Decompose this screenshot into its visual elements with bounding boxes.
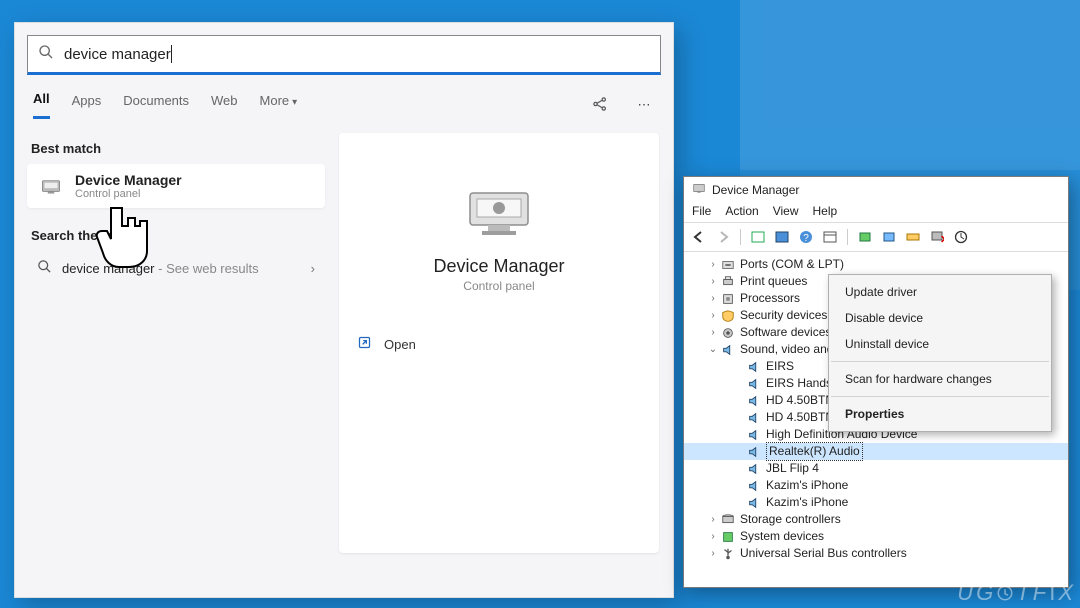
device-manager-large-icon	[464, 183, 534, 238]
context-menu-item[interactable]: Properties	[829, 401, 1051, 427]
best-match-heading: Best match	[31, 141, 321, 156]
tab-documents[interactable]: Documents	[123, 93, 189, 118]
search-icon	[37, 259, 52, 277]
svg-text:✕: ✕	[940, 234, 944, 244]
toolbar-icon[interactable]	[819, 227, 841, 247]
web-result-label: device manager	[62, 261, 155, 276]
windows-search-panel: device manager All Apps Documents Web Mo…	[14, 22, 674, 598]
tree-device[interactable]: JBL Flip 4	[684, 460, 1068, 477]
tree-category[interactable]: ›Universal Serial Bus controllers	[684, 545, 1068, 562]
tab-apps[interactable]: Apps	[72, 93, 102, 118]
watermark: UG TFIX	[957, 580, 1074, 606]
toolbar: ? ✕	[684, 223, 1068, 252]
window-titlebar[interactable]: Device Manager	[684, 177, 1068, 202]
tree-category[interactable]: ›System devices	[684, 528, 1068, 545]
tree-category[interactable]: ›Ports (COM & LPT)	[684, 256, 1068, 273]
menu-view[interactable]: View	[773, 204, 799, 218]
context-menu: Update driverDisable deviceUninstall dev…	[828, 274, 1052, 432]
toolbar-icon[interactable]	[950, 227, 972, 247]
tab-web[interactable]: Web	[211, 93, 238, 118]
back-button[interactable]	[688, 227, 710, 247]
forward-button[interactable]	[712, 227, 734, 247]
app-icon	[692, 181, 706, 198]
menu-help[interactable]: Help	[813, 204, 838, 218]
scan-icon[interactable]	[854, 227, 876, 247]
device-manager-icon	[37, 172, 65, 200]
menu-separator	[831, 361, 1049, 362]
share-icon[interactable]	[589, 95, 611, 116]
web-result-sub: See web results	[166, 261, 259, 276]
preview-title: Device Manager	[433, 256, 564, 277]
open-action[interactable]: Open	[357, 335, 416, 353]
search-tabs: All Apps Documents Web More▾ ⋯	[15, 75, 673, 119]
toolbar-icon[interactable]	[902, 227, 924, 247]
result-subtitle: Control panel	[75, 188, 182, 200]
preview-subtitle: Control panel	[463, 279, 534, 293]
context-menu-item[interactable]: Disable device	[829, 305, 1051, 331]
search-the-web-heading: Search the web	[31, 228, 321, 243]
tree-category[interactable]: ›Storage controllers	[684, 511, 1068, 528]
context-menu-item[interactable]: Update driver	[829, 279, 1051, 305]
tab-more[interactable]: More▾	[260, 93, 298, 118]
menu-file[interactable]: File	[692, 204, 711, 218]
web-result[interactable]: device manager - See web results ›	[27, 251, 325, 285]
update-icon[interactable]	[878, 227, 900, 247]
result-title: Device Manager	[75, 172, 182, 188]
search-icon	[38, 44, 54, 64]
window-title: Device Manager	[712, 183, 799, 197]
context-menu-item[interactable]: Uninstall device	[829, 331, 1051, 357]
best-match-result[interactable]: Device Manager Control panel	[27, 164, 325, 208]
chevron-right-icon: ›	[311, 261, 315, 276]
svg-text:?: ?	[803, 233, 809, 244]
search-input-wrapper[interactable]: device manager	[27, 35, 661, 75]
tab-all[interactable]: All	[33, 91, 50, 119]
open-label: Open	[384, 337, 416, 352]
tree-device[interactable]: Kazim's iPhone	[684, 477, 1068, 494]
toolbar-icon[interactable]	[747, 227, 769, 247]
tree-device[interactable]: Kazim's iPhone	[684, 494, 1068, 511]
menu-bar: File Action View Help	[684, 202, 1068, 223]
search-query-text: device manager	[64, 46, 171, 63]
result-preview-pane: Device Manager Control panel Open	[339, 133, 659, 553]
context-menu-item[interactable]: Scan for hardware changes	[829, 366, 1051, 392]
help-icon[interactable]: ?	[795, 227, 817, 247]
open-icon	[357, 335, 372, 353]
toolbar-icon[interactable]	[771, 227, 793, 247]
more-icon[interactable]: ⋯	[633, 97, 655, 113]
tree-device[interactable]: Realtek(R) Audio	[684, 443, 1068, 460]
uninstall-icon[interactable]: ✕	[926, 227, 948, 247]
menu-separator	[831, 396, 1049, 397]
menu-action[interactable]: Action	[725, 204, 758, 218]
